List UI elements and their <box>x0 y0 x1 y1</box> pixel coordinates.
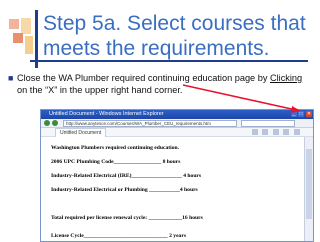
pointer-arrow <box>182 84 301 113</box>
arrow-line <box>182 84 297 111</box>
arrow-head-icon <box>291 106 301 113</box>
